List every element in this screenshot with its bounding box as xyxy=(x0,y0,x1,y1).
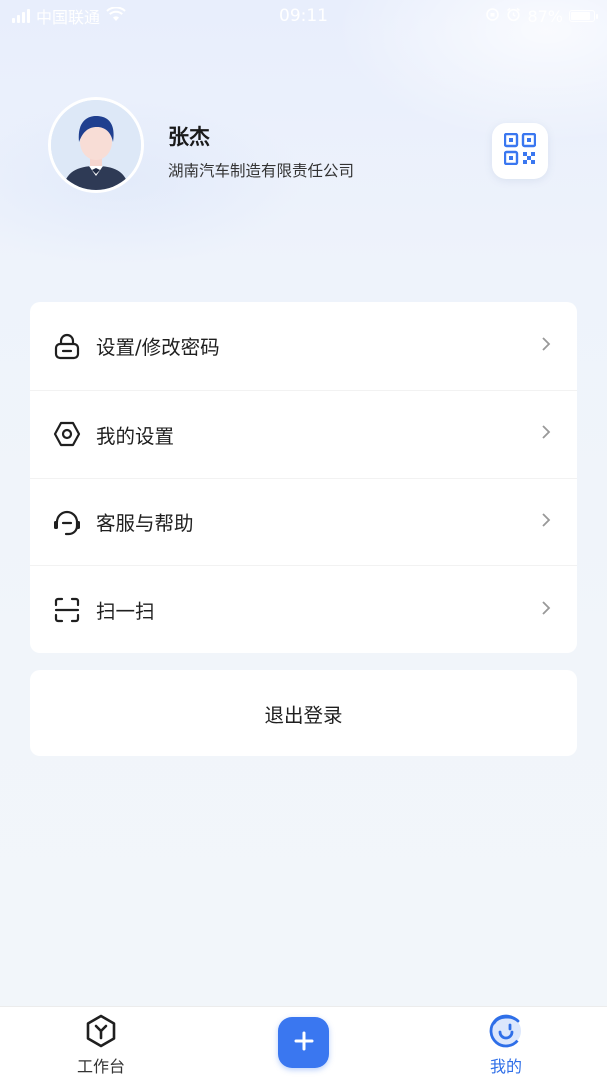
chevron-right-icon xyxy=(541,512,551,532)
menu-item-support[interactable]: 客服与帮助 xyxy=(30,477,577,566)
qr-code-icon xyxy=(503,132,537,169)
headset-icon xyxy=(52,507,82,537)
tab-bar: 工作台 我的 xyxy=(0,1006,607,1081)
menu-item-label: 我的设置 xyxy=(96,424,175,448)
chevron-right-icon xyxy=(541,336,551,356)
signal-icon xyxy=(12,9,30,23)
workbench-icon xyxy=(83,1013,119,1049)
battery-icon xyxy=(569,10,598,22)
menu-item-password[interactable]: 设置/修改密码 xyxy=(30,302,577,390)
logout-button[interactable]: 退出登录 xyxy=(30,670,577,756)
settings-hex-icon xyxy=(52,419,82,449)
menu-item-label: 设置/修改密码 xyxy=(96,336,220,360)
menu-item-my-settings[interactable]: 我的设置 xyxy=(30,389,577,478)
company-name: 湖南汽车制造有限责任公司 xyxy=(168,162,355,180)
chevron-right-icon xyxy=(541,600,551,620)
logout-label: 退出登录 xyxy=(264,703,343,727)
menu-item-scan[interactable]: 扫一扫 xyxy=(30,565,577,653)
tab-workbench[interactable]: 工作台 xyxy=(41,1007,161,1081)
user-name: 张杰 xyxy=(168,125,210,149)
scan-icon xyxy=(52,595,82,625)
qr-code-button[interactable] xyxy=(492,123,548,179)
tab-label: 工作台 xyxy=(76,1057,125,1076)
profile-tab-icon xyxy=(488,1013,524,1049)
clock: 09:11 xyxy=(279,6,328,26)
menu-item-label: 扫一扫 xyxy=(96,600,155,624)
menu-item-label: 客服与帮助 xyxy=(96,512,194,536)
rotation-lock-icon xyxy=(485,7,500,26)
carrier-label: 中国联通 xyxy=(36,8,101,27)
profile-header: 张杰 湖南汽车制造有限责任公司 xyxy=(48,97,558,197)
tab-label: 我的 xyxy=(489,1057,522,1076)
alarm-icon xyxy=(506,7,521,26)
lock-icon xyxy=(52,331,82,361)
tab-mine[interactable]: 我的 xyxy=(446,1007,566,1081)
avatar[interactable] xyxy=(48,97,144,193)
menu-card: 设置/修改密码 我的设置 客服与帮助 扫一扫 xyxy=(30,302,577,653)
status-bar: 中国联通 09:11 87% xyxy=(0,0,607,32)
add-button[interactable] xyxy=(278,1017,329,1068)
chevron-right-icon xyxy=(541,424,551,444)
wifi-icon xyxy=(106,5,126,26)
battery-percent: 87% xyxy=(527,6,563,26)
plus-icon xyxy=(293,1030,315,1056)
